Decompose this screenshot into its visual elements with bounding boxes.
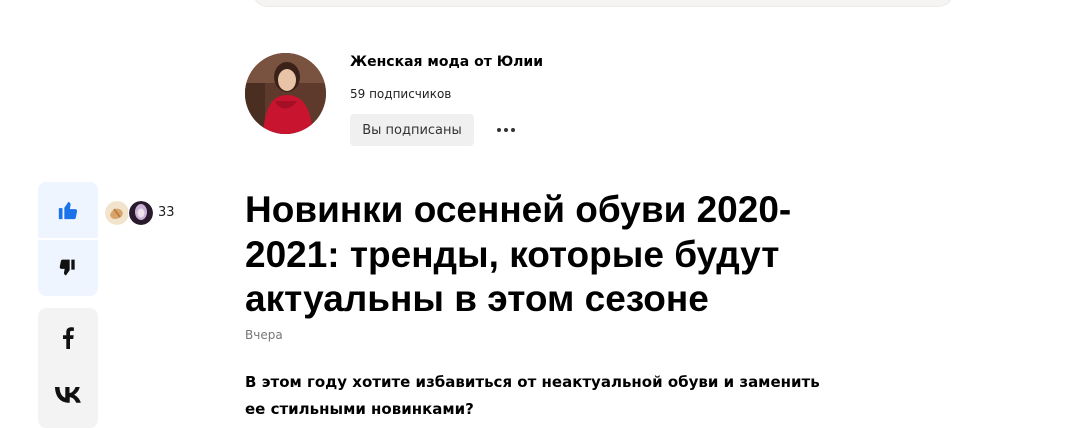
vk-icon (55, 387, 81, 403)
subscriber-count: 59 подписчиков (350, 87, 452, 101)
channel-name[interactable]: Женская мода от Юлии (350, 54, 543, 70)
like-count: 33 (158, 205, 175, 220)
share-panel (38, 308, 98, 428)
more-dots-icon (497, 128, 515, 132)
publish-date: Вчера (245, 328, 283, 342)
search-bar[interactable] (252, 0, 954, 7)
thumb-up-icon (58, 201, 78, 220)
like-button[interactable] (38, 182, 98, 238)
channel-avatar[interactable] (245, 53, 326, 134)
menu-icon[interactable] (117, 0, 141, 2)
reactor-avatar (104, 200, 130, 226)
thumb-down-icon (59, 259, 75, 276)
facebook-icon (63, 327, 74, 349)
article-lead: В этом году хотите избавиться от неактуа… (245, 373, 820, 418)
share-vk-button[interactable] (38, 370, 98, 420)
reaction-panel (38, 182, 98, 296)
subscribe-button[interactable]: Вы подписаны (350, 114, 474, 146)
article-title: Новинки осенней обуви 2020-2021: тренды,… (245, 189, 792, 319)
dislike-button[interactable] (38, 240, 98, 296)
more-options-button[interactable] (492, 118, 520, 142)
share-facebook-button[interactable] (38, 313, 98, 363)
reactor-avatar (128, 200, 154, 226)
